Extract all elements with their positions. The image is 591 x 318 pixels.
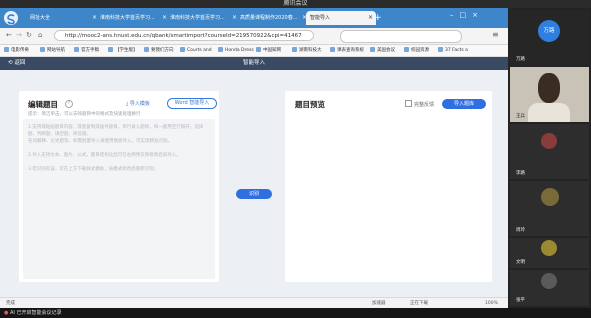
bookmark-item[interactable]: 要我们方向 bbox=[144, 46, 174, 55]
participant-name: 周玲 bbox=[516, 228, 525, 233]
participant-rail: 万路 万路 王兵 李路 周玲 文明 张平 bbox=[508, 8, 591, 308]
preview-panel: 题目预览 完整反馈 导入题库 bbox=[285, 91, 492, 282]
forward-arrow-icon[interactable]: → bbox=[16, 31, 22, 39]
checkbox-label: 完整反馈 bbox=[414, 102, 435, 108]
participant-tile[interactable]: 张平 bbox=[510, 270, 589, 306]
browser-logo-icon bbox=[4, 11, 18, 25]
participant-name: 李路 bbox=[516, 171, 525, 176]
tab-label: 高质量课程制作2020春... bbox=[240, 15, 298, 21]
full-feedback-checkbox[interactable]: 完整反馈 bbox=[405, 100, 434, 108]
hint-line: 2.导入支持文本、图片、公式，题目结构化后可在右侧预览和修改后再导入。 bbox=[28, 153, 181, 158]
avatar bbox=[541, 240, 557, 256]
close-icon[interactable]: × bbox=[368, 11, 373, 25]
browser-search-input[interactable] bbox=[340, 30, 462, 43]
participant-tile[interactable]: 万路 万路 bbox=[510, 10, 589, 65]
back-arrow-icon[interactable]: ← bbox=[6, 31, 12, 39]
bookmark-item[interactable]: 37 Facts a bbox=[438, 46, 468, 55]
hint-line: 名词解释、论述题等，如需批量导入请使用模板导入，可实现精准识别。 bbox=[28, 139, 172, 144]
bookmark-item[interactable]: 中国知网 bbox=[256, 46, 281, 55]
bookmark-item[interactable]: 电影传奇 bbox=[4, 46, 29, 55]
bookmark-item[interactable]: Courts and bbox=[180, 46, 212, 55]
tab-3[interactable]: 高质量课程制作2020春... × bbox=[236, 11, 310, 25]
tab-1[interactable]: 淮南科技大学首页学习... × bbox=[96, 11, 170, 25]
avatar bbox=[541, 133, 557, 149]
bookmark-item[interactable]: 课表查询系统 bbox=[330, 46, 364, 55]
status-item[interactable]: 加速器 bbox=[372, 298, 386, 308]
avatar-initials: 万路 bbox=[543, 28, 555, 34]
shared-screen: 网址大全 × 淮南科技大学首页学习... × 淮南科技大学首页学习... × 高质量课… bbox=[0, 8, 508, 308]
avatar bbox=[541, 188, 559, 206]
tab-label: 智能导入 bbox=[310, 15, 331, 21]
participant-tile[interactable]: 周玲 bbox=[510, 181, 589, 236]
menu-icon[interactable]: ≡ bbox=[492, 30, 499, 39]
word-import-button[interactable]: Word 智能导入 bbox=[167, 98, 217, 109]
question-textarea[interactable]: 1.支持或粘贴题目内容，或者复制或插件题目，单行录入题目，每一题用空行隔开；选择… bbox=[23, 119, 215, 279]
participant-tile[interactable]: 王兵 bbox=[510, 67, 589, 122]
participant-video bbox=[538, 73, 560, 103]
bookmarks-bar: 电影传奇 网站导航 官方手稿 【学生版】 要我们方向 Courts and Ho… bbox=[0, 45, 508, 57]
import-bank-button[interactable]: 导入题库 bbox=[442, 99, 486, 109]
new-tab-icon[interactable]: + bbox=[374, 12, 382, 24]
bookmark-item[interactable]: 网站导航 bbox=[40, 46, 65, 55]
avatar bbox=[541, 273, 557, 289]
window-controls: –□× bbox=[450, 11, 484, 19]
status-item[interactable]: 正在下载 bbox=[410, 298, 428, 308]
meeting-title-bar: 腾讯会议 bbox=[0, 0, 591, 8]
tab-label: 网址大全 bbox=[30, 15, 51, 21]
url-input[interactable]: http://mooc2-ans.hnust.edu.cn/qbank/smar… bbox=[54, 30, 314, 41]
recognize-button[interactable]: 识别 bbox=[236, 189, 272, 199]
record-icon: ● bbox=[4, 310, 9, 316]
editor-description: 提示：简洁单击，可以去除题目中的格式及快速处理换行 bbox=[28, 112, 141, 117]
participant-name: 王兵 bbox=[516, 114, 525, 119]
browser-status-bar: 完成 加速器 正在下载 100% bbox=[0, 297, 508, 308]
bookmark-item[interactable]: 官方手稿 bbox=[74, 46, 99, 55]
checkbox-icon bbox=[405, 100, 412, 107]
participant-video-body bbox=[528, 103, 570, 122]
zoom-level[interactable]: 100% bbox=[485, 298, 498, 308]
minimize-icon[interactable]: – bbox=[450, 11, 460, 19]
page-title: 智能导入 bbox=[242, 60, 265, 66]
tab-4[interactable]: 智能导入 × bbox=[306, 11, 376, 25]
import-template-button[interactable]: ⤓ 导入模板 bbox=[126, 100, 150, 107]
participant-name: 张平 bbox=[516, 298, 525, 303]
meeting-status-text: AI 已开启智能会议记录 bbox=[9, 310, 62, 316]
preview-title: 题目预览 bbox=[295, 100, 325, 109]
participant-name: 万路 bbox=[516, 57, 525, 62]
browser-tab-bar: 网址大全 × 淮南科技大学首页学习... × 淮南科技大学首页学习... × 高质量课… bbox=[0, 8, 508, 28]
home-icon[interactable]: ⌂ bbox=[38, 31, 42, 39]
bookmark-item[interactable]: 美国会议 bbox=[370, 46, 395, 55]
avatar: 万路 bbox=[538, 20, 560, 42]
import-template-label: 导入模板 bbox=[129, 101, 150, 107]
bookmark-item[interactable]: 【学生版】 bbox=[108, 46, 138, 55]
hint-line: 1.支持或粘贴题目内容，或者复制或插件题目，单行录入题目，每一题用空行隔开；选择… bbox=[28, 125, 204, 137]
tab-0[interactable]: 网址大全 × bbox=[26, 11, 100, 25]
editor-title: 编辑题目 bbox=[28, 100, 58, 109]
participant-name: 文明 bbox=[516, 260, 525, 265]
help-icon[interactable]: ? bbox=[65, 100, 73, 108]
editor-panel: 编辑题目 ? 提示：简洁单击，可以去除题目中的格式及快速处理换行 ⤓ 导入模板 … bbox=[19, 91, 219, 282]
meeting-bottom-bar: ● AI 已开启智能会议记录 bbox=[0, 308, 591, 318]
tab-label: 淮南科技大学首页学习... bbox=[100, 15, 155, 21]
maximize-icon[interactable]: □ bbox=[460, 11, 473, 19]
bookmark-item[interactable]: 湖南科技大 bbox=[292, 46, 322, 55]
reload-icon[interactable]: ↻ bbox=[26, 31, 32, 39]
url-text: http://mooc2-ans.hnust.edu.cn/qbank/smar… bbox=[65, 33, 302, 39]
tab-2[interactable]: 淮南科技大学首页学习... × bbox=[166, 11, 240, 25]
bookmark-item[interactable]: Honda Dress bbox=[218, 46, 254, 55]
status-text: 完成 bbox=[6, 301, 15, 306]
meeting-title: 腾讯会议 bbox=[283, 0, 308, 7]
hint-line: 3.若识别有误，可在上方下载样式模板，按模式修改后重新识别。 bbox=[28, 167, 159, 172]
participant-tile[interactable]: 文明 bbox=[510, 238, 589, 268]
tab-label: 淮南科技大学首页学习... bbox=[170, 15, 225, 21]
app-header: ⟲ 返回 智能导入 bbox=[0, 57, 508, 70]
participant-tile[interactable]: 李路 bbox=[510, 124, 589, 179]
close-window-icon[interactable]: × bbox=[472, 11, 484, 19]
bookmark-item[interactable]: 校园资源 bbox=[404, 46, 429, 55]
